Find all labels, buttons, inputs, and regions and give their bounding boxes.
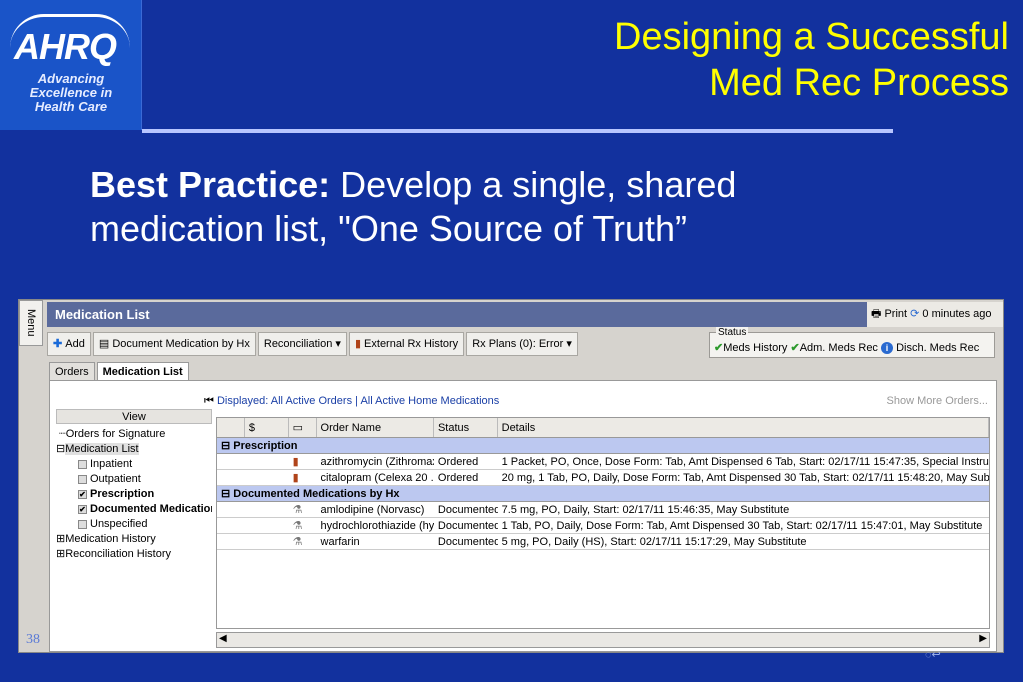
tree-item-prescription[interactable]: ✔ Prescription (56, 487, 212, 502)
column-header-details[interactable]: Details (498, 418, 989, 437)
table-row[interactable]: ▮ azithromycin (Zithromax... Ordered 1 P… (217, 454, 989, 470)
column-header-price[interactable]: $ (245, 418, 289, 437)
checkbox[interactable] (78, 519, 87, 529)
logo-mark: AHRQ (14, 26, 117, 67)
tree-item-reconciliation-history[interactable]: ⊞Reconciliation History (56, 547, 212, 562)
tab-medication-list[interactable]: Medication List (96, 362, 189, 380)
collapse-icon[interactable]: ⊟ (56, 443, 65, 455)
corner-logo-icon: ◌↩ (925, 649, 941, 661)
view-tabs: Orders Medication List (49, 362, 191, 380)
meds-history-status[interactable]: Meds History (723, 342, 787, 354)
check-icon: ✔ (714, 342, 724, 354)
group-prescription[interactable]: ⊟ Prescription (217, 438, 989, 454)
disch-meds-rec-status[interactable]: Disch. Meds Rec (896, 342, 979, 354)
info-icon: i (881, 342, 893, 354)
pill-icon: ⚗ (292, 504, 303, 516)
status-box: Status ✔Meds History ✔Adm. Meds Rec i Di… (709, 327, 995, 358)
document-medication-by-hx-button[interactable]: ▤ Document Medication by Hx (92, 332, 256, 356)
status-legend: Status (716, 327, 749, 339)
menu-tab[interactable]: Menu (19, 300, 43, 346)
ahrq-logo: AHRQ Advancing Excellence in Health Care (0, 0, 142, 130)
column-header-order-name[interactable]: Order Name (317, 418, 434, 437)
plus-icon: ✚ (53, 338, 66, 350)
view-tree: View ┈Orders for Signature ⊟Medication L… (56, 409, 212, 651)
add-button[interactable]: ✚ Add (47, 332, 91, 356)
collapse-icon[interactable]: ⊟ (221, 488, 233, 500)
column-header-status[interactable]: Status (434, 418, 498, 437)
page-number: 38 (26, 632, 40, 647)
tree-item-inpatient[interactable]: Inpatient (56, 457, 212, 472)
group-documented-medications[interactable]: ⊟ Documented Medications by Hx (217, 486, 989, 502)
show-more-orders-link[interactable]: Show More Orders... (887, 395, 988, 407)
slide-title: Designing a Successful Med Rec Process (614, 16, 1009, 104)
tree-item-orders-for-signature[interactable]: ┈Orders for Signature (56, 427, 212, 442)
first-page-icon[interactable]: ⏮ (204, 395, 217, 407)
pill-icon: ⚗ (292, 520, 303, 532)
horizontal-scrollbar[interactable]: ◀ ▶ (216, 632, 990, 648)
column-header-comment[interactable]: ▭ (289, 418, 317, 437)
external-rx-history-button[interactable]: ▮ External Rx History (348, 332, 465, 356)
checkbox-checked[interactable]: ✔ (78, 489, 87, 499)
tree-header: View (56, 409, 212, 424)
prescription-icon: ▮ (292, 456, 299, 468)
scroll-right-icon[interactable]: ▶ (979, 633, 987, 644)
table-row[interactable]: ▮ citalopram (Celexa 20 ... Ordered 20 m… (217, 470, 989, 486)
logo-tagline: Advancing Excellence in Health Care (29, 71, 113, 114)
medication-list-header: Medication List (47, 302, 867, 327)
all-active-home-medications-link[interactable]: All Active Home Medications (360, 395, 499, 407)
comment-icon: ▭ (292, 422, 304, 434)
checkbox-checked[interactable]: ✔ (78, 504, 87, 514)
title-divider (142, 129, 893, 133)
print-refresh-area: 🖶 Print ⟳ 0 minutes ago (867, 302, 1003, 327)
refresh-icon[interactable]: ⟳ (910, 308, 919, 320)
refresh-label[interactable]: 0 minutes ago (922, 308, 991, 320)
adm-meds-rec-status[interactable]: Adm. Meds Rec (800, 342, 878, 354)
collapse-icon[interactable]: ⊟ (221, 440, 233, 452)
expand-icon[interactable]: ⊞ (56, 548, 65, 560)
medication-list-panel: View ┈Orders for Signature ⊟Medication L… (49, 380, 997, 652)
displayed-filter: ⏮ Displayed: All Active Orders | All Act… (204, 395, 500, 407)
tree-item-documented-medications[interactable]: ✔Documented Medications by Hx (56, 502, 212, 517)
tree-item-medication-history[interactable]: ⊞Medication History (56, 532, 212, 547)
pill-icon: ⚗ (292, 536, 303, 548)
medication-list-screenshot: Menu Medication List 🖶 Print ⟳ 0 minutes… (18, 299, 1004, 653)
medication-grid: $ ▭ Order Name Status Details ⊟ Prescrip… (216, 417, 990, 629)
scroll-left-icon[interactable]: ◀ (219, 633, 227, 644)
column-header-icon[interactable] (217, 418, 245, 437)
checkbox[interactable] (78, 474, 87, 484)
table-row[interactable]: ⚗ hydrochlorothiazide (hy... Documented … (217, 518, 989, 534)
best-practice-label: Best Practice: (90, 164, 331, 205)
toolbar: ✚ Add ▤ Document Medication by Hx Reconc… (47, 332, 580, 356)
tree-item-medication-list[interactable]: ⊟Medication List (56, 442, 212, 457)
table-row[interactable]: ⚗ amlodipine (Norvasc) Documented 7.5 mg… (217, 502, 989, 518)
document-icon: ▤ (98, 338, 113, 350)
grid-header: $ ▭ Order Name Status Details (217, 418, 989, 438)
checkbox[interactable] (78, 459, 87, 469)
check-icon: ✔ (790, 342, 800, 354)
printer-icon[interactable]: 🖶 (871, 308, 881, 320)
print-button[interactable]: Print (884, 308, 907, 320)
prescription-icon: ▮ (292, 472, 299, 484)
tab-orders[interactable]: Orders (49, 362, 95, 380)
table-row[interactable]: ⚗ warfarin Documented 5 mg, PO, Daily (H… (217, 534, 989, 550)
tree-item-outpatient[interactable]: Outpatient (56, 472, 212, 487)
reconciliation-dropdown[interactable]: Reconciliation ▾ (257, 332, 347, 356)
tree-item-unspecified[interactable]: Unspecified (56, 517, 212, 532)
best-practice-text: Best Practice: Develop a single, shared … (90, 163, 910, 251)
pill-bottle-icon: ▮ (354, 338, 365, 350)
expand-icon[interactable]: ⊞ (56, 533, 65, 545)
all-active-orders-link[interactable]: All Active Orders (271, 395, 352, 407)
rx-plans-dropdown[interactable]: Rx Plans (0): Error ▾ (466, 332, 578, 356)
